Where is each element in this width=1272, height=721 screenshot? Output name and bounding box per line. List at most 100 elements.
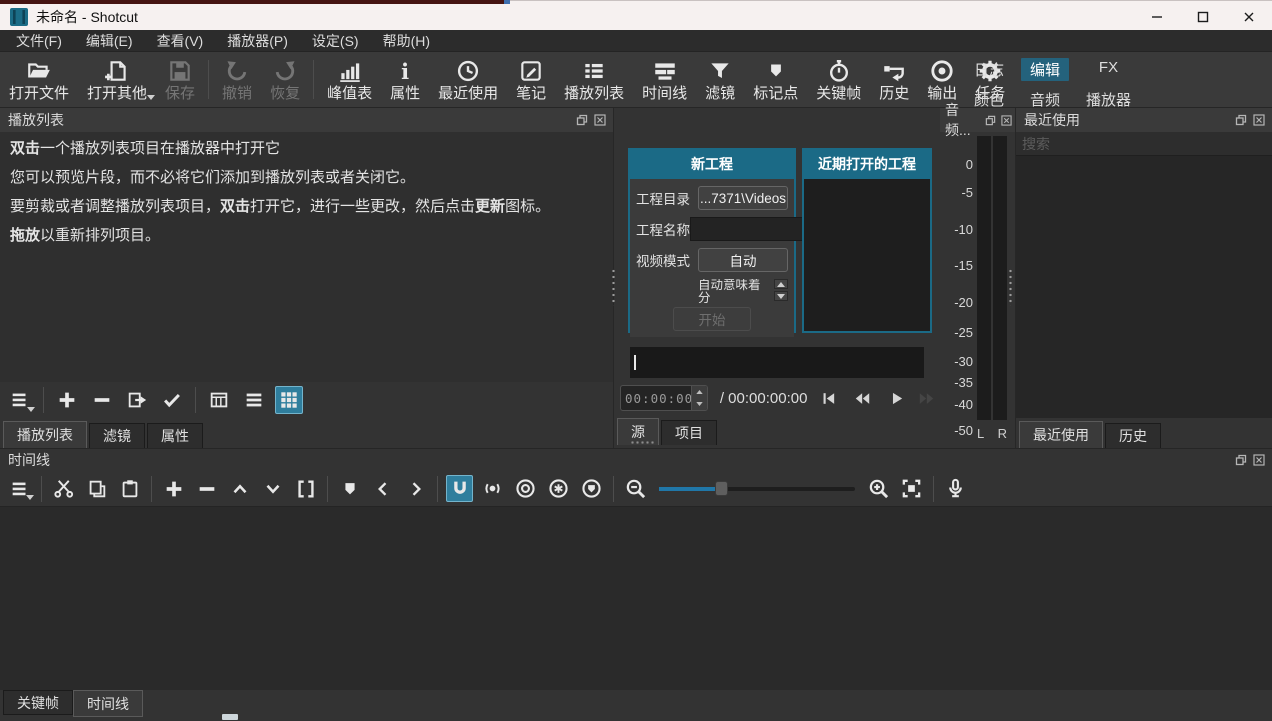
zoom-fit-button[interactable]: [898, 475, 925, 502]
play-button[interactable]: [883, 385, 910, 411]
timeline-zoom-slider[interactable]: [659, 481, 855, 497]
splitter-handle[interactable]: [611, 268, 616, 306]
project-dir-button[interactable]: ...7371\Videos: [698, 186, 788, 210]
playlist-update-button[interactable]: [158, 386, 186, 414]
toolbar-history[interactable]: 历史: [870, 52, 918, 107]
recent-projects-list[interactable]: [804, 179, 930, 331]
rewind-button[interactable]: [849, 385, 876, 411]
splitter-handle[interactable]: [630, 440, 656, 445]
float-panel-icon[interactable]: [1234, 453, 1248, 467]
zoom-out-button[interactable]: [622, 475, 649, 502]
toolbar-keyframes[interactable]: 关键帧: [807, 52, 870, 107]
minimize-button[interactable]: [1134, 4, 1180, 30]
previous-marker-button[interactable]: [369, 475, 396, 502]
paste-button[interactable]: [116, 475, 143, 502]
lift-button[interactable]: [226, 475, 253, 502]
splitter-handle[interactable]: [1008, 268, 1013, 306]
tab-timeline[interactable]: 时间线: [73, 690, 143, 717]
layout-log[interactable]: 日志: [965, 58, 1013, 81]
close-panel-icon[interactable]: [1252, 113, 1266, 127]
note-scroll-down-icon[interactable]: [774, 291, 788, 301]
fast-forward-button[interactable]: [913, 385, 940, 411]
toolbar-notes[interactable]: 笔记: [507, 52, 555, 107]
timecode-input[interactable]: [621, 386, 691, 410]
playlist-menu-button[interactable]: [6, 386, 34, 414]
player-scrub-bar[interactable]: [630, 347, 924, 378]
timeline-hscroll-thumb[interactable]: [222, 714, 238, 720]
snap-button[interactable]: [446, 475, 473, 502]
tab-history[interactable]: 历史: [1105, 423, 1161, 448]
timeline-tracks-area[interactable]: [0, 507, 1272, 690]
timecode-down-icon[interactable]: [692, 398, 707, 410]
float-panel-icon[interactable]: [983, 113, 997, 127]
playlist-open-button[interactable]: [123, 386, 151, 414]
split-button[interactable]: [292, 475, 319, 502]
note-scroll-up-icon[interactable]: [774, 279, 788, 289]
recent-files-list[interactable]: [1016, 156, 1272, 418]
skip-to-start-button[interactable]: [814, 385, 841, 411]
tab-recent[interactable]: 最近使用: [1019, 421, 1103, 448]
float-panel-icon[interactable]: [1234, 113, 1248, 127]
timeline-menu-button[interactable]: [6, 475, 33, 502]
toolbar-export[interactable]: 输出: [918, 52, 966, 107]
view-tiles-button[interactable]: [240, 386, 268, 414]
toolbar-open-file[interactable]: 打开文件: [0, 52, 78, 107]
maximize-button[interactable]: [1180, 4, 1226, 30]
close-panel-icon[interactable]: [999, 113, 1013, 127]
record-audio-button[interactable]: [942, 475, 969, 502]
zoom-in-button[interactable]: [865, 475, 892, 502]
close-panel-icon[interactable]: [1252, 453, 1266, 467]
tab-playlist[interactable]: 播放列表: [3, 421, 87, 448]
toolbar-undo[interactable]: 撤销: [213, 52, 261, 107]
ripple-button[interactable]: [512, 475, 539, 502]
cut-button[interactable]: [50, 475, 77, 502]
project-name-label: 工程名称: [636, 219, 690, 239]
toolbar-filters[interactable]: 滤镜: [696, 52, 744, 107]
playlist-remove-button[interactable]: [88, 386, 116, 414]
view-icons-button[interactable]: [275, 386, 303, 414]
ripple-all-tracks-button[interactable]: [545, 475, 572, 502]
toolbar-save[interactable]: 保存: [156, 52, 204, 107]
menu-edit[interactable]: 编辑(E): [74, 29, 145, 53]
menu-view[interactable]: 查看(V): [145, 29, 216, 53]
timecode-up-icon[interactable]: [692, 386, 707, 398]
copy-button[interactable]: [83, 475, 110, 502]
menu-help[interactable]: 帮助(H): [371, 29, 442, 53]
slider-handle[interactable]: [715, 481, 728, 496]
tab-filters[interactable]: 滤镜: [89, 423, 145, 448]
ripple-delete-button[interactable]: [193, 475, 220, 502]
tab-properties[interactable]: 属性: [147, 423, 203, 448]
menu-settings[interactable]: 设定(S): [300, 29, 371, 53]
append-button[interactable]: [160, 475, 187, 502]
close-panel-icon[interactable]: [593, 113, 607, 127]
toolbar-properties[interactable]: i 属性: [381, 52, 429, 107]
float-panel-icon[interactable]: [575, 113, 589, 127]
search-input[interactable]: [1016, 132, 1272, 155]
toolbar-recent[interactable]: 最近使用: [429, 52, 507, 107]
ripple-markers-button[interactable]: [578, 475, 605, 502]
bottom-dock-tabbar: 关键帧 时间线: [0, 690, 1272, 721]
overwrite-button[interactable]: [259, 475, 286, 502]
menu-file[interactable]: 文件(F): [4, 29, 74, 53]
menu-player[interactable]: 播放器(P): [215, 29, 300, 53]
toolbar-peak-meter[interactable]: 峰值表: [318, 52, 381, 107]
player-tabbar: 源 项目: [614, 415, 940, 445]
toolbar-timeline[interactable]: 时间线: [633, 52, 696, 107]
create-marker-button[interactable]: [336, 475, 363, 502]
layout-edit[interactable]: 编辑: [1021, 58, 1069, 81]
scrub-while-dragging-button[interactable]: [479, 475, 506, 502]
playlist-add-button[interactable]: [53, 386, 81, 414]
layout-fx[interactable]: FX: [1077, 58, 1140, 81]
view-details-button[interactable]: [205, 386, 233, 414]
start-button[interactable]: 开始: [673, 307, 751, 331]
tab-keyframes[interactable]: 关键帧: [3, 690, 73, 715]
toolbar-markers[interactable]: 标记点: [744, 52, 807, 107]
toolbar-open-other[interactable]: 打开其他: [78, 52, 156, 107]
tab-project[interactable]: 项目: [661, 420, 717, 445]
toolbar-playlist[interactable]: 播放列表: [555, 52, 633, 107]
video-mode-button[interactable]: 自动: [698, 248, 788, 272]
next-marker-button[interactable]: [402, 475, 429, 502]
close-button[interactable]: [1226, 4, 1272, 30]
toolbar-separator: [41, 476, 42, 502]
toolbar-redo[interactable]: 恢复: [261, 52, 309, 107]
